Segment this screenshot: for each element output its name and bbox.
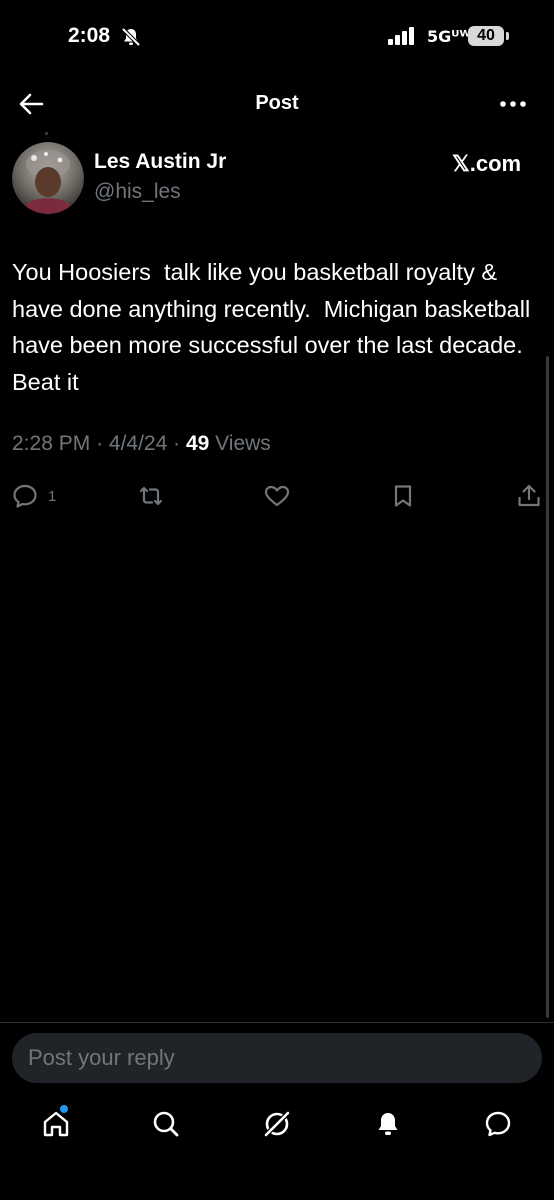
search-icon bbox=[153, 1111, 179, 1137]
author-name[interactable]: Les Austin Jr bbox=[94, 150, 226, 174]
nav-home[interactable] bbox=[40, 1108, 72, 1140]
repost-button[interactable] bbox=[137, 482, 165, 510]
views-label: Views bbox=[215, 432, 271, 455]
meta-separator: · bbox=[173, 432, 186, 455]
messages-icon bbox=[485, 1111, 511, 1137]
status-time: 2:08 bbox=[68, 24, 111, 47]
reply-count: 1 bbox=[48, 488, 57, 505]
author-handle[interactable]: @his_les bbox=[94, 180, 181, 204]
post-text: You Hoosiers talk like you basketball ro… bbox=[12, 259, 543, 395]
more-dots-icon bbox=[500, 101, 526, 107]
bell-slash-icon bbox=[120, 26, 142, 48]
page-title: Post bbox=[255, 92, 299, 114]
thread-dot bbox=[45, 132, 48, 135]
like-button[interactable] bbox=[263, 482, 291, 510]
post-meta: 2:28 PM · 4/4/24 · 49 Views bbox=[12, 432, 271, 456]
repost-icon bbox=[139, 486, 163, 506]
comment-icon bbox=[13, 484, 37, 508]
battery-indicator: 40 bbox=[468, 26, 504, 46]
home-icon bbox=[43, 1111, 69, 1137]
nav-notifications[interactable] bbox=[372, 1108, 404, 1140]
reply-input[interactable] bbox=[12, 1033, 542, 1083]
bookmark-button[interactable] bbox=[389, 482, 417, 510]
network-type: 5Gᵁᵂ bbox=[427, 27, 471, 46]
nav-grok[interactable] bbox=[261, 1108, 293, 1140]
share-icon bbox=[518, 484, 540, 507]
nav-messages[interactable] bbox=[482, 1108, 514, 1140]
bookmark-icon bbox=[394, 485, 412, 507]
avatar[interactable] bbox=[12, 142, 84, 214]
divider bbox=[0, 1022, 554, 1023]
bell-icon bbox=[378, 1113, 398, 1135]
views-count: 49 bbox=[185, 432, 210, 455]
post-date: 4/4/24 bbox=[108, 432, 168, 455]
post-time: 2:28 PM bbox=[12, 432, 91, 455]
nav-search[interactable] bbox=[150, 1108, 182, 1140]
signal-icon bbox=[388, 27, 418, 45]
reply-button[interactable] bbox=[11, 482, 39, 510]
share-button[interactable] bbox=[515, 482, 543, 510]
more-options-button[interactable] bbox=[496, 94, 530, 114]
scrollbar[interactable] bbox=[546, 356, 549, 1018]
source-link[interactable]: 𝕏.com bbox=[452, 151, 521, 177]
meta-separator: · bbox=[96, 432, 109, 455]
battery-nub bbox=[506, 32, 509, 40]
notification-dot bbox=[60, 1105, 68, 1113]
grok-icon bbox=[264, 1111, 290, 1137]
heart-icon bbox=[264, 485, 290, 507]
